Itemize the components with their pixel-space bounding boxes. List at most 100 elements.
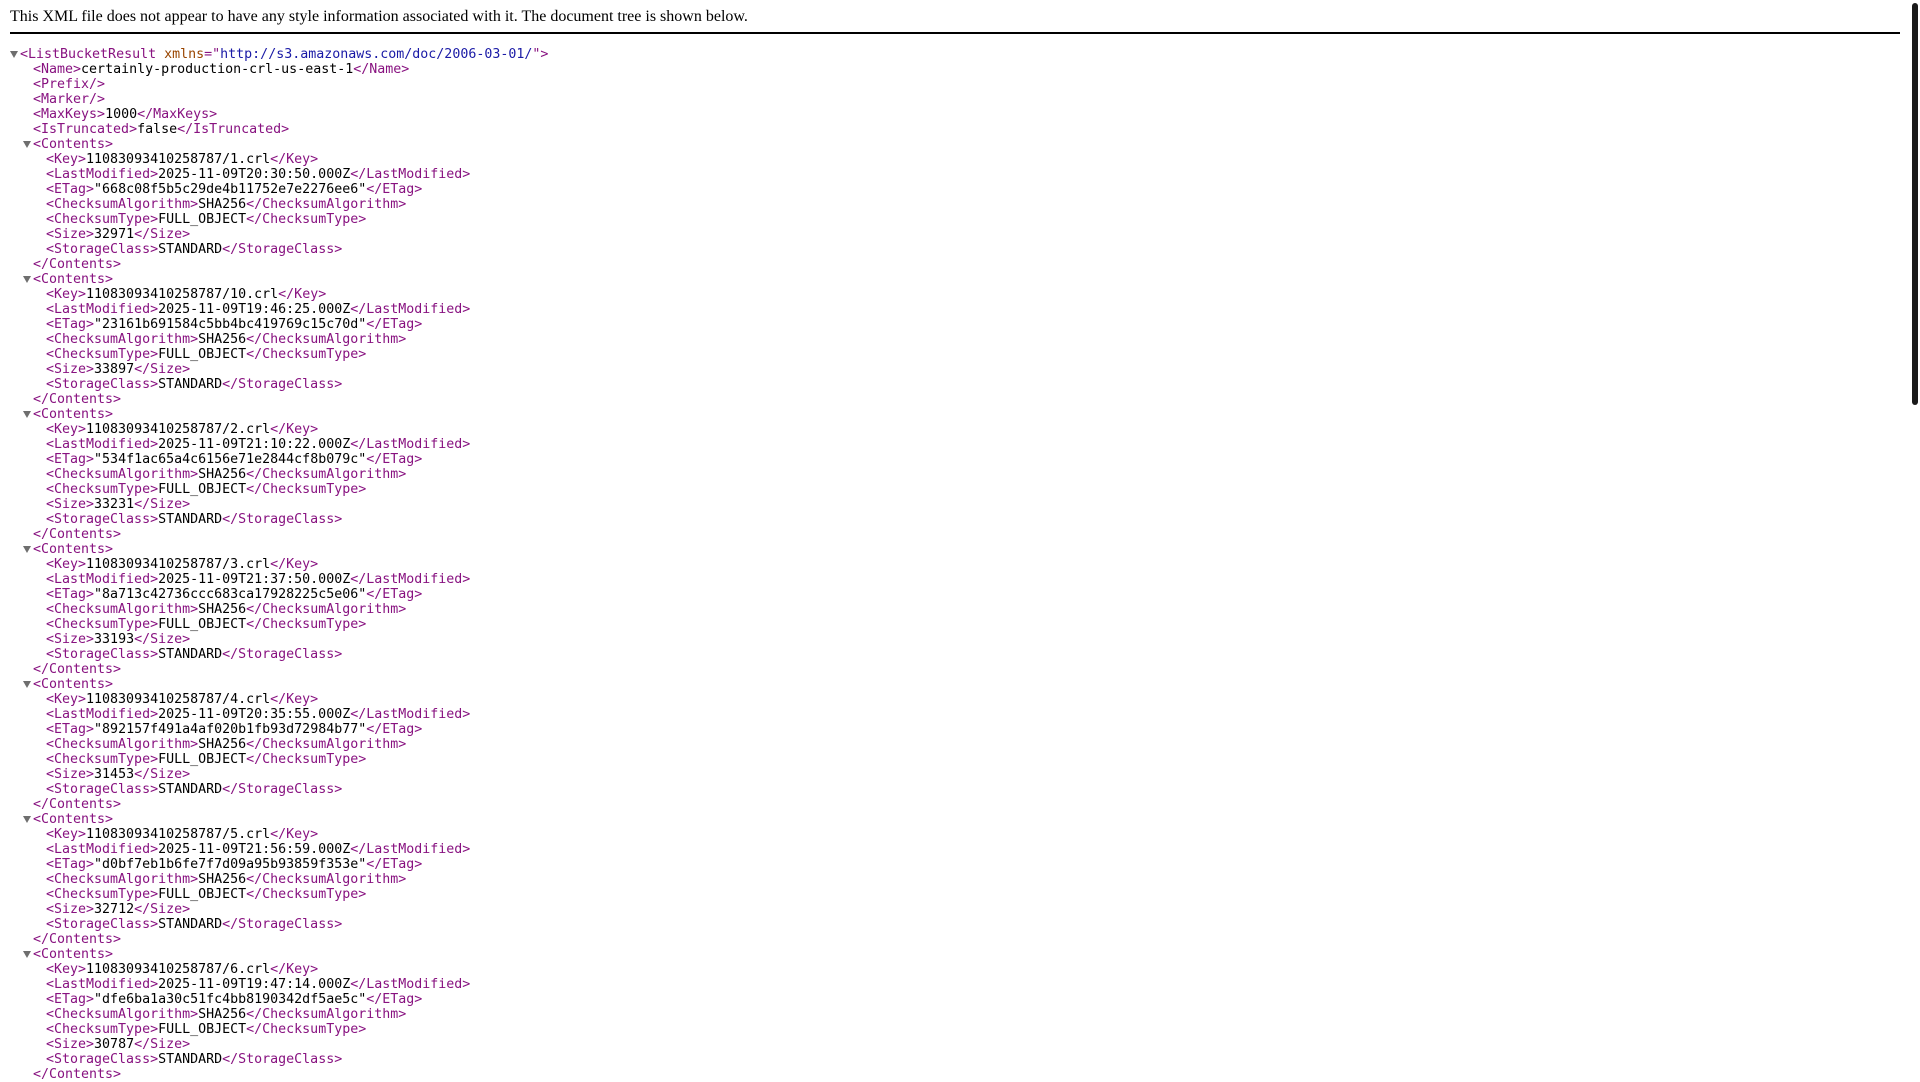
open-tag: <ChecksumAlgorithm> bbox=[46, 1007, 199, 1022]
contents-tag: <Contents> bbox=[33, 812, 114, 827]
open-tag: <StorageClass> bbox=[46, 917, 159, 932]
xmlns-attr-name: xmlns bbox=[164, 47, 205, 62]
element-size: <Size>33231</Size> bbox=[0, 497, 548, 512]
close-tag: </Key> bbox=[270, 557, 319, 572]
element-value: FULL_OBJECT bbox=[158, 887, 247, 902]
open-tag: <Key> bbox=[46, 152, 87, 167]
contents-close: </Contents> bbox=[33, 392, 122, 407]
element-value: "668c08f5b5c29de4b11752e7e2276ee6" bbox=[94, 182, 367, 197]
open-tag: <ChecksumType> bbox=[46, 212, 159, 227]
element-key: <Key>11083093410258787/4.crl</Key> bbox=[0, 692, 548, 707]
element-storageclass: <StorageClass>STANDARD</StorageClass> bbox=[0, 512, 548, 527]
collapse-triangle-icon[interactable] bbox=[23, 816, 31, 823]
open-tag: <Key> bbox=[46, 692, 87, 707]
contents-close-tag: </Contents> bbox=[0, 932, 548, 947]
close-tag: </StorageClass> bbox=[222, 377, 343, 392]
open-tag: <Key> bbox=[46, 827, 87, 842]
open-tag: <StorageClass> bbox=[46, 377, 159, 392]
element-checksumtype: <ChecksumType>FULL_OBJECT</ChecksumType> bbox=[0, 617, 548, 632]
element-value: 33193 bbox=[94, 632, 135, 647]
element-value: 31453 bbox=[94, 767, 135, 782]
close-tag: </Key> bbox=[270, 962, 319, 977]
open-tag: <ChecksumType> bbox=[46, 1022, 159, 1037]
element-value: STANDARD bbox=[158, 242, 223, 257]
element-value: 11083093410258787/4.crl bbox=[86, 692, 271, 707]
close-tag: </LastModified> bbox=[350, 302, 471, 317]
close-tag: </ChecksumAlgorithm> bbox=[246, 602, 407, 617]
contents-open-tag: <Contents> bbox=[0, 407, 548, 422]
open-tag: <LastModified> bbox=[46, 842, 159, 857]
scrollbar-thumb[interactable] bbox=[1912, 3, 1918, 405]
close-tag: </IsTruncated> bbox=[177, 122, 290, 137]
element-checksumtype: <ChecksumType>FULL_OBJECT</ChecksumType> bbox=[0, 482, 548, 497]
close-tag: </ChecksumAlgorithm> bbox=[246, 467, 407, 482]
header-divider bbox=[10, 32, 1900, 34]
close-tag: </ChecksumAlgorithm> bbox=[246, 332, 407, 347]
close-tag: </ChecksumType> bbox=[246, 617, 367, 632]
open-tag: <ETag> bbox=[46, 317, 95, 332]
root-tag-name: <ListBucketResult bbox=[20, 47, 165, 62]
collapse-triangle-icon[interactable] bbox=[10, 51, 18, 58]
collapse-triangle-icon[interactable] bbox=[23, 141, 31, 148]
element-name: <Name>certainly-production-crl-us-east-1… bbox=[0, 62, 548, 77]
element-size: <Size>32971</Size> bbox=[0, 227, 548, 242]
open-tag: <StorageClass> bbox=[46, 647, 159, 662]
close-tag: </LastModified> bbox=[350, 437, 471, 452]
vertical-scrollbar[interactable] bbox=[1908, 0, 1920, 1080]
open-tag: <Size> bbox=[46, 767, 95, 782]
element-value: 11083093410258787/6.crl bbox=[86, 962, 271, 977]
close-tag: </Key> bbox=[270, 152, 319, 167]
element-value: FULL_OBJECT bbox=[158, 617, 247, 632]
close-tag: </ETag> bbox=[366, 182, 423, 197]
element-maxkeys: <MaxKeys>1000</MaxKeys> bbox=[0, 107, 548, 122]
close-tag: </LastModified> bbox=[350, 842, 471, 857]
open-tag: <LastModified> bbox=[46, 977, 159, 992]
xml-document-tree: <ListBucketResult xmlns="http://s3.amazo… bbox=[0, 47, 548, 1082]
open-tag: <StorageClass> bbox=[46, 782, 159, 797]
element-etag: <ETag>"892157f491a4af020b1fb93d72984b77"… bbox=[0, 722, 548, 737]
element-value: 2025-11-09T19:47:14.000Z bbox=[158, 977, 351, 992]
contents-close-tag: </Contents> bbox=[0, 257, 548, 272]
open-tag: <StorageClass> bbox=[46, 512, 159, 527]
contents-close: </Contents> bbox=[33, 257, 122, 272]
contents-close: </Contents> bbox=[33, 662, 122, 677]
contents-tag: <Contents> bbox=[33, 542, 114, 557]
collapse-triangle-icon[interactable] bbox=[23, 951, 31, 958]
close-tag: </ETag> bbox=[366, 857, 423, 872]
element-value: FULL_OBJECT bbox=[158, 1022, 247, 1037]
element-value: STANDARD bbox=[158, 917, 223, 932]
element-value: "892157f491a4af020b1fb93d72984b77" bbox=[94, 722, 367, 737]
close-tag: </ETag> bbox=[366, 992, 423, 1007]
close-tag: </ETag> bbox=[366, 317, 423, 332]
open-tag: <LastModified> bbox=[46, 437, 159, 452]
open-tag: <ETag> bbox=[46, 587, 95, 602]
open-tag: <Size> bbox=[46, 227, 95, 242]
root-open-tag: <ListBucketResult xmlns="http://s3.amazo… bbox=[0, 47, 548, 62]
open-tag: <Size> bbox=[46, 497, 95, 512]
collapse-triangle-icon[interactable] bbox=[23, 681, 31, 688]
open-tag: <StorageClass> bbox=[46, 1052, 159, 1067]
element-storageclass: <StorageClass>STANDARD</StorageClass> bbox=[0, 1052, 548, 1067]
element-value: SHA256 bbox=[198, 602, 247, 617]
open-tag: <ChecksumAlgorithm> bbox=[46, 332, 199, 347]
element-checksumtype: <ChecksumType>FULL_OBJECT</ChecksumType> bbox=[0, 212, 548, 227]
element-storageclass: <StorageClass>STANDARD</StorageClass> bbox=[0, 647, 548, 662]
close-tag: </ETag> bbox=[366, 587, 423, 602]
open-tag: <ETag> bbox=[46, 992, 95, 1007]
contents-open-tag: <Contents> bbox=[0, 812, 548, 827]
open-tag: <Name> bbox=[33, 62, 82, 77]
open-tag: <ChecksumAlgorithm> bbox=[46, 602, 199, 617]
element-etag: <ETag>"8a713c42736ccc683ca17928225c5e06"… bbox=[0, 587, 548, 602]
element-value: 32712 bbox=[94, 902, 135, 917]
element-value: 33231 bbox=[94, 497, 135, 512]
element-value: "d0bf7eb1b6fe7f7d09a95b93859f353e" bbox=[94, 857, 367, 872]
close-tag: </ChecksumAlgorithm> bbox=[246, 872, 407, 887]
collapse-triangle-icon[interactable] bbox=[23, 411, 31, 418]
collapse-triangle-icon[interactable] bbox=[23, 276, 31, 283]
element-checksumalgorithm: <ChecksumAlgorithm>SHA256</ChecksumAlgor… bbox=[0, 872, 548, 887]
xml-style-notice: This XML file does not appear to have an… bbox=[10, 8, 748, 25]
collapse-triangle-icon[interactable] bbox=[23, 546, 31, 553]
contents-open-tag: <Contents> bbox=[0, 272, 548, 287]
element-value: FULL_OBJECT bbox=[158, 482, 247, 497]
element-checksumtype: <ChecksumType>FULL_OBJECT</ChecksumType> bbox=[0, 887, 548, 902]
